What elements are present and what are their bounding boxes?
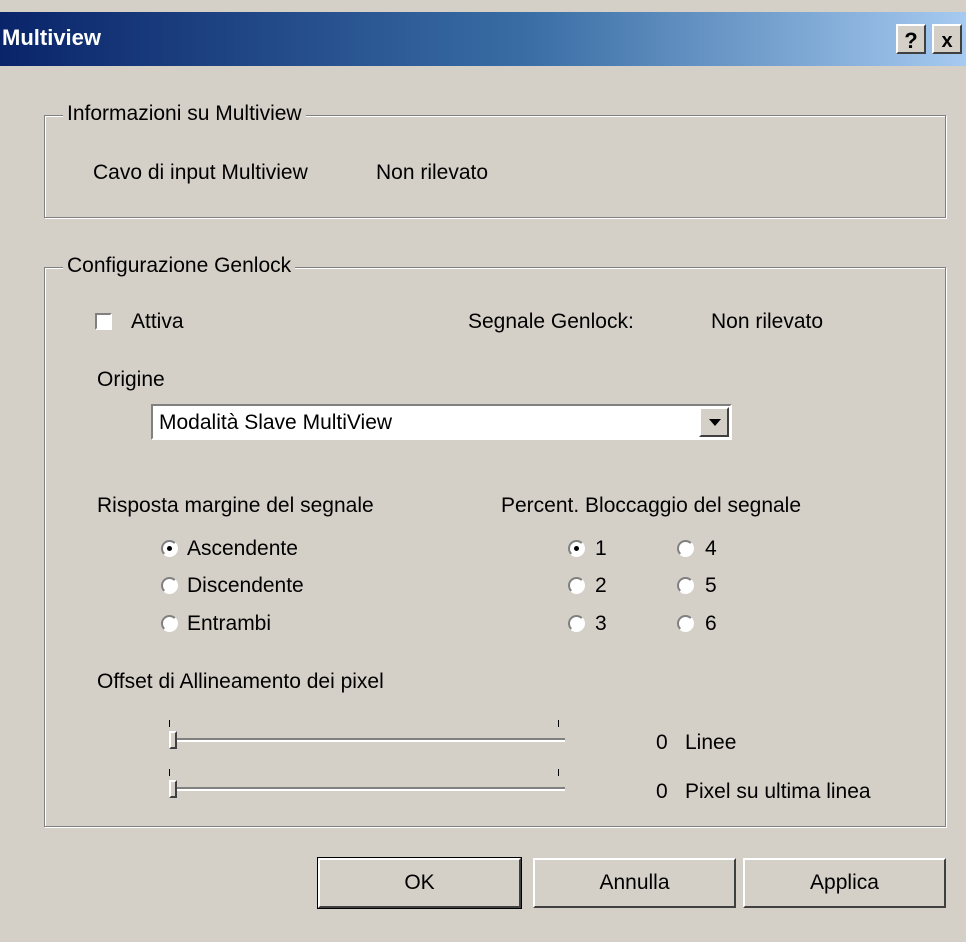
radio-entrambi-label[interactable]: Entrambi (187, 612, 271, 636)
pixels-unit: Pixel su ultima linea (685, 780, 871, 803)
radio-lock-4[interactable] (677, 540, 694, 557)
offset-label: Offset di Allineamento dei pixel (97, 670, 384, 693)
lines-slider-thumb[interactable] (169, 731, 177, 749)
radio-lock-3[interactable] (568, 615, 585, 632)
genlock-signal-status: Non rilevato (711, 310, 824, 333)
origin-select-value: Modalità Slave MultiView (159, 411, 393, 434)
lines-unit: Linee (685, 731, 737, 754)
slider-tick (169, 720, 170, 727)
radio-lock-3-label[interactable]: 3 (595, 612, 607, 636)
ok-button[interactable]: OK (317, 857, 522, 909)
multiview-dialog: Multiview ? x Informazioni su Multiview … (0, 0, 966, 942)
radio-lock-5-label[interactable]: 5 (705, 574, 717, 598)
slider-tick (558, 720, 559, 727)
radio-lock-1-label[interactable]: 1 (595, 537, 607, 561)
cable-label: Cavo di input Multiview (93, 161, 308, 184)
genlock-signal-label: Segnale Genlock: (468, 310, 634, 333)
radio-lock-1[interactable] (568, 540, 585, 557)
origin-label: Origine (97, 368, 165, 391)
lines-value: 0 (656, 731, 668, 754)
apply-button[interactable]: Applica (743, 858, 946, 908)
pixels-value: 0 (656, 780, 668, 803)
lock-percent-label: Percent. Bloccaggio del segnale (501, 494, 802, 517)
title-bar[interactable]: Multiview ? x (0, 12, 966, 66)
close-button[interactable]: x (932, 24, 962, 54)
slider-tick (169, 769, 170, 776)
lines-slider-track[interactable] (173, 738, 565, 742)
genlock-groupbox: Configurazione Genlock Attiva Segnale Ge… (44, 254, 946, 827)
genlock-group-title: Configurazione Genlock (63, 254, 296, 278)
window-title: Multiview (2, 25, 102, 50)
radio-ascendente[interactable] (161, 540, 178, 557)
radio-entrambi[interactable] (161, 615, 178, 632)
radio-discendente[interactable] (161, 577, 178, 594)
radio-lock-4-label[interactable]: 4 (705, 537, 717, 561)
help-button[interactable]: ? (896, 24, 926, 54)
info-group-title: Informazioni su Multiview (63, 102, 306, 126)
origin-select[interactable]: Modalità Slave MultiView (151, 404, 732, 440)
radio-lock-6-label[interactable]: 6 (705, 612, 717, 636)
radio-ascendente-label[interactable]: Ascendente (187, 537, 298, 561)
radio-lock-6[interactable] (677, 615, 694, 632)
radio-discendente-label[interactable]: Discendente (187, 574, 304, 598)
enable-checkbox[interactable] (95, 313, 112, 330)
enable-label[interactable]: Attiva (131, 310, 184, 334)
radio-lock-2[interactable] (568, 577, 585, 594)
info-groupbox: Informazioni su Multiview Cavo di input … (44, 102, 946, 218)
edge-response-label: Risposta margine del segnale (97, 494, 374, 517)
radio-lock-2-label[interactable]: 2 (595, 574, 607, 598)
cable-status: Non rilevato (376, 161, 489, 184)
cancel-button[interactable]: Annulla (533, 858, 736, 908)
radio-lock-5[interactable] (677, 577, 694, 594)
pixels-slider-thumb[interactable] (169, 780, 177, 798)
chevron-down-icon[interactable] (699, 407, 729, 437)
slider-tick (558, 769, 559, 776)
pixels-slider-track[interactable] (173, 787, 565, 791)
